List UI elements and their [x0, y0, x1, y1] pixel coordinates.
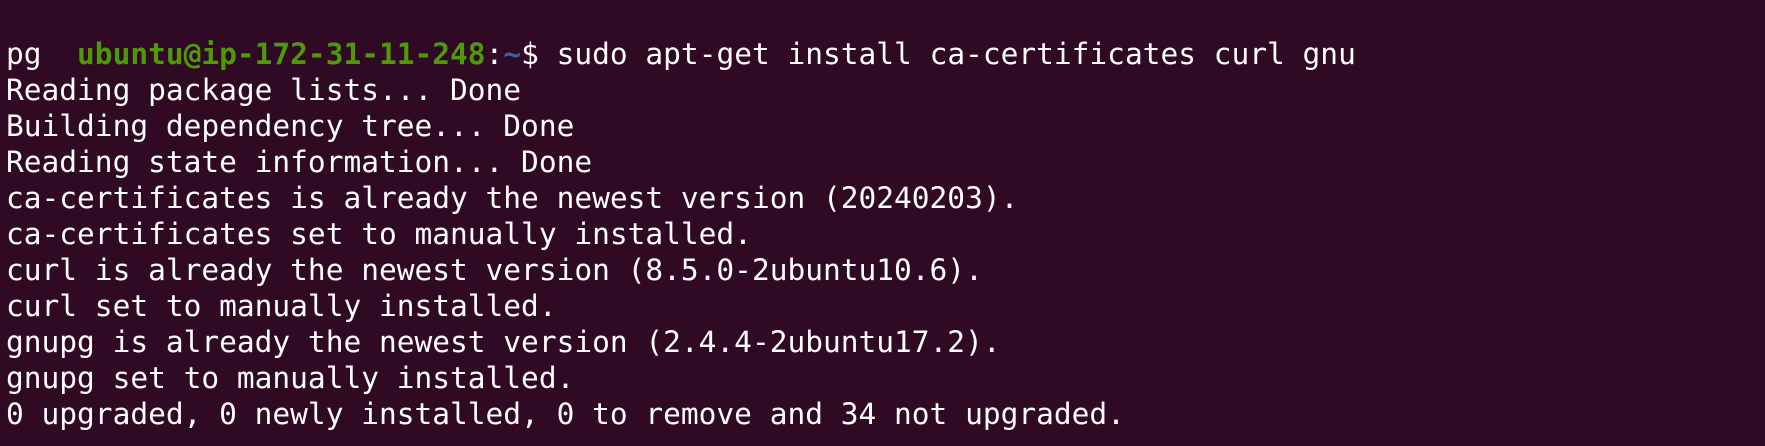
output-line: Reading state information... Done — [6, 145, 593, 179]
prompt-path: ~ — [503, 37, 522, 71]
output-line: ca-certificates set to manually installe… — [6, 217, 752, 251]
output-line: curl is already the newest version (8.5.… — [6, 253, 983, 287]
output-line: ca-certificates is already the newest ve… — [6, 181, 1019, 215]
command-wrap-line: pg — [6, 37, 42, 71]
command-text: sudo apt-get install ca-certificates cur… — [556, 37, 1356, 71]
output-line: gnupg set to manually installed. — [6, 361, 575, 395]
terminal-window[interactable]: ubuntu@ip-172-31-11-248:~$ sudo apt-get … — [0, 0, 1765, 446]
prompt-symbol: $ — [521, 37, 557, 71]
output-line: Building dependency tree... Done — [6, 109, 575, 143]
prompt-separator: : — [485, 37, 504, 71]
prompt-user-host: ubuntu@ip-172-31-11-248 — [77, 37, 486, 71]
output-line: Reading package lists... Done — [6, 73, 522, 107]
output-line: gnupg is already the newest version (2.4… — [6, 325, 1001, 359]
output-line: 0 upgraded, 0 newly installed, 0 to remo… — [6, 397, 1125, 431]
output-line: curl set to manually installed. — [6, 289, 557, 323]
prompt-line: ubuntu@ip-172-31-11-248:~$ sudo apt-get … — [6, 0, 1356, 71]
